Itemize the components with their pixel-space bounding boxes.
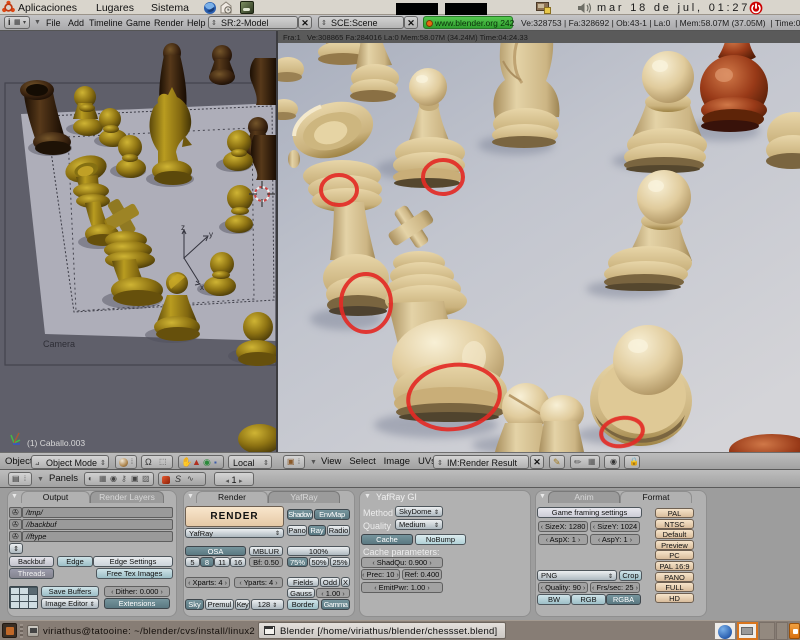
svg-text:x: x: [200, 283, 204, 292]
svg-text:z: z: [181, 223, 185, 232]
svg-text:y: y: [209, 230, 213, 239]
svg-text:(1) Caballo.003: (1) Caballo.003: [27, 438, 85, 448]
svg-text:Fra:1 Ve:308865 Fa:284016 La: Fra:1 Ve:308865 Fa:284016 La:0 Mem:58.07…: [283, 33, 528, 42]
svg-text:Camera: Camera: [43, 339, 75, 349]
